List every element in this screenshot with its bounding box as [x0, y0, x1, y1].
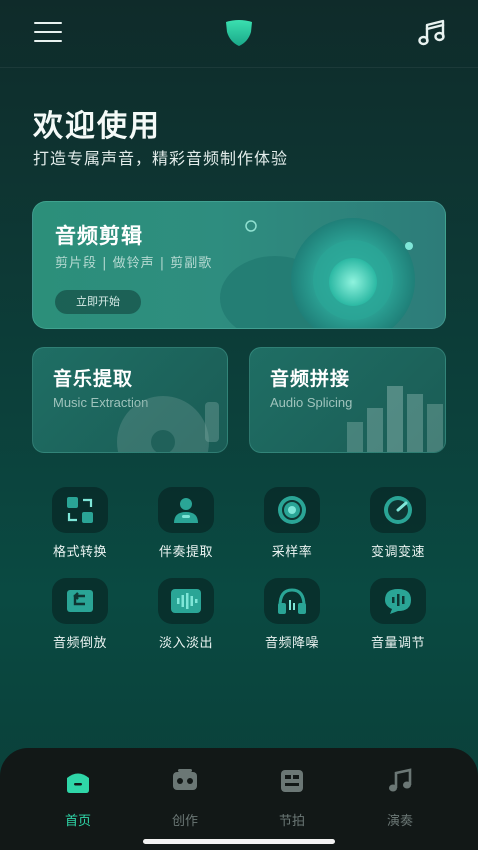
tab-home[interactable]: 首页 [38, 762, 118, 829]
tool-label: 音频倒放 [52, 636, 107, 651]
tool-label: 格式转换 [52, 545, 107, 560]
welcome-title: 欢迎使用 [33, 109, 161, 144]
speaker-illustration [220, 218, 415, 328]
banner-title: 音频剪辑 [55, 224, 143, 248]
tool-pitch-speed[interactable]: 变调变速 [348, 487, 444, 567]
tab-label: 演奏 [386, 814, 413, 829]
fade-icon [158, 578, 214, 624]
play-music-icon [387, 768, 413, 794]
welcome-subtitle: 打造专属声音，精彩音频制作体验 [33, 149, 289, 168]
tool-format-convert[interactable]: 格式转换 [30, 487, 126, 567]
start-now-button[interactable]: 立即开始 [55, 290, 141, 314]
tab-play-music[interactable]: 演奏 [360, 762, 440, 829]
reverse-icon [52, 578, 108, 624]
create-icon [172, 768, 198, 794]
sample-rate-icon [264, 487, 320, 533]
card-subtitle: Audio Splicing [270, 395, 353, 410]
tool-label: 伴奏提取 [158, 545, 213, 560]
noise-reduction-icon [264, 578, 320, 624]
music-note-icon[interactable] [416, 18, 448, 48]
tool-label: 音频降噪 [264, 636, 319, 651]
bar-equalizer-icon [347, 386, 443, 452]
banner-subtitle: 剪片段 | 做铃声 | 剪副歌 [55, 256, 213, 271]
tool-noise-reduction[interactable]: 音频降噪 [242, 578, 338, 658]
audio-edit-banner[interactable]: 音频剪辑 剪片段 | 做铃声 | 剪副歌 立即开始 [32, 201, 446, 329]
volume-icon [370, 578, 426, 624]
pitch-speed-icon [370, 487, 426, 533]
tool-volume[interactable]: 音量调节 [348, 578, 444, 658]
vinyl-record-icon [117, 396, 219, 452]
card-title: 音频拼接 [270, 368, 351, 390]
tool-label: 音量调节 [370, 636, 425, 651]
tool-label: 采样率 [271, 545, 313, 560]
tab-label: 节拍 [278, 814, 305, 829]
tab-beat[interactable]: 节拍 [252, 762, 332, 829]
beat-icon [279, 768, 305, 794]
music-extraction-card[interactable]: 音乐提取 Music Extraction [32, 347, 228, 453]
home-indicator[interactable] [143, 839, 335, 844]
audio-splicing-card[interactable]: 音频拼接 Audio Splicing [249, 347, 446, 453]
tool-label: 变调变速 [370, 545, 425, 560]
tab-create[interactable]: 创作 [145, 762, 225, 829]
tool-accompaniment[interactable]: 伴奏提取 [136, 487, 232, 567]
tool-fade[interactable]: 淡入淡出 [136, 578, 232, 658]
tool-sample-rate[interactable]: 采样率 [242, 487, 338, 567]
tool-reverse[interactable]: 音频倒放 [30, 578, 126, 658]
shield-logo-icon [222, 18, 256, 48]
bottom-tab-bar: 首页 创作 节拍 演奏 [0, 748, 478, 850]
hamburger-menu-icon[interactable] [34, 22, 62, 46]
format-convert-icon [52, 487, 108, 533]
tab-label: 创作 [171, 814, 198, 829]
accompaniment-icon [158, 487, 214, 533]
tab-label: 首页 [64, 814, 91, 829]
top-bar [0, 0, 478, 68]
tool-label: 淡入淡出 [158, 636, 213, 651]
home-icon [65, 768, 91, 794]
